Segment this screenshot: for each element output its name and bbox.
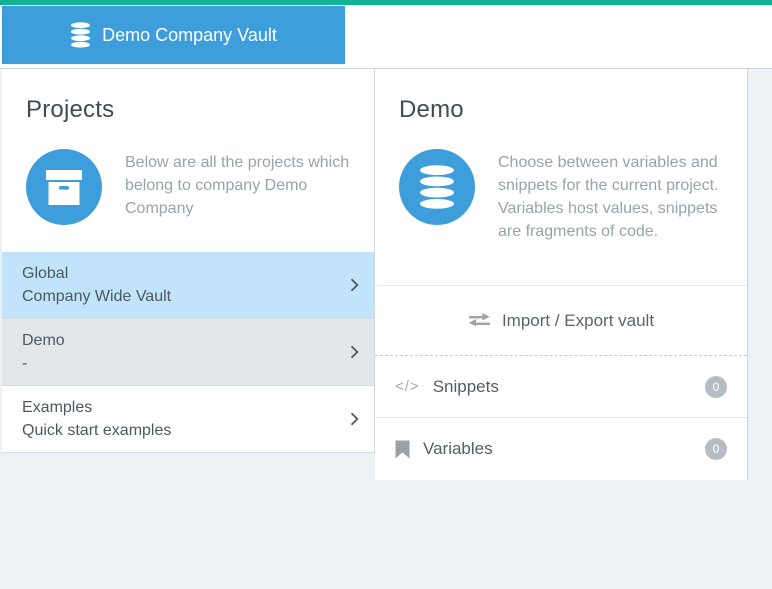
snippets-label: Snippets xyxy=(433,377,499,397)
projects-panel-head: Projects Below are all the projects whic… xyxy=(2,69,374,252)
project-item-global[interactable]: Global Company Wide Vault xyxy=(2,252,374,319)
import-export-button[interactable]: Import / Export vault xyxy=(375,286,747,356)
variables-row[interactable]: Variables 0 xyxy=(375,418,747,480)
database-icon xyxy=(70,22,91,48)
import-export-arrows-icon xyxy=(468,313,491,328)
content-area: Projects Below are all the projects whic… xyxy=(0,69,772,588)
detail-title: Demo xyxy=(399,96,723,124)
project-item-subtitle: Quick start examples xyxy=(22,419,334,442)
project-detail-panel: Demo Choose between variables and snippe… xyxy=(375,69,748,480)
code-icon: </> xyxy=(395,378,420,395)
projects-intro: Below are all the projects which belong … xyxy=(26,149,350,225)
detail-description: Choose between variables and snippets fo… xyxy=(498,149,723,243)
chevron-right-icon xyxy=(350,345,359,359)
vault-tab[interactable]: Demo Company Vault xyxy=(2,6,345,64)
chevron-right-icon xyxy=(350,278,359,292)
database-icon xyxy=(399,149,475,225)
project-item-title: Demo xyxy=(22,329,334,352)
project-item-subtitle: - xyxy=(22,352,334,375)
projects-title: Projects xyxy=(26,96,350,124)
variables-count-badge: 0 xyxy=(705,438,727,460)
app-window: Demo Company Vault Projects Below are al… xyxy=(0,0,772,589)
archive-box-icon xyxy=(26,149,102,225)
projects-description: Below are all the projects which belong … xyxy=(125,149,350,225)
projects-panel: Projects Below are all the projects whic… xyxy=(2,69,375,453)
snippets-row[interactable]: </> Snippets 0 xyxy=(375,356,747,418)
header-bar: Demo Company Vault xyxy=(0,5,772,69)
snippets-count-badge: 0 xyxy=(705,376,727,398)
variables-label: Variables xyxy=(423,439,493,459)
project-item-examples[interactable]: Examples Quick start examples xyxy=(2,386,374,453)
chevron-right-icon xyxy=(350,412,359,426)
project-item-subtitle: Company Wide Vault xyxy=(22,285,334,308)
import-export-label: Import / Export vault xyxy=(502,311,654,331)
bookmark-icon xyxy=(395,440,410,459)
project-item-demo[interactable]: Demo - xyxy=(2,319,374,386)
project-item-title: Examples xyxy=(22,396,334,419)
detail-panel-head: Demo Choose between variables and snippe… xyxy=(375,69,747,286)
detail-intro: Choose between variables and snippets fo… xyxy=(399,149,723,243)
project-item-title: Global xyxy=(22,262,334,285)
vault-tab-label: Demo Company Vault xyxy=(102,25,277,46)
